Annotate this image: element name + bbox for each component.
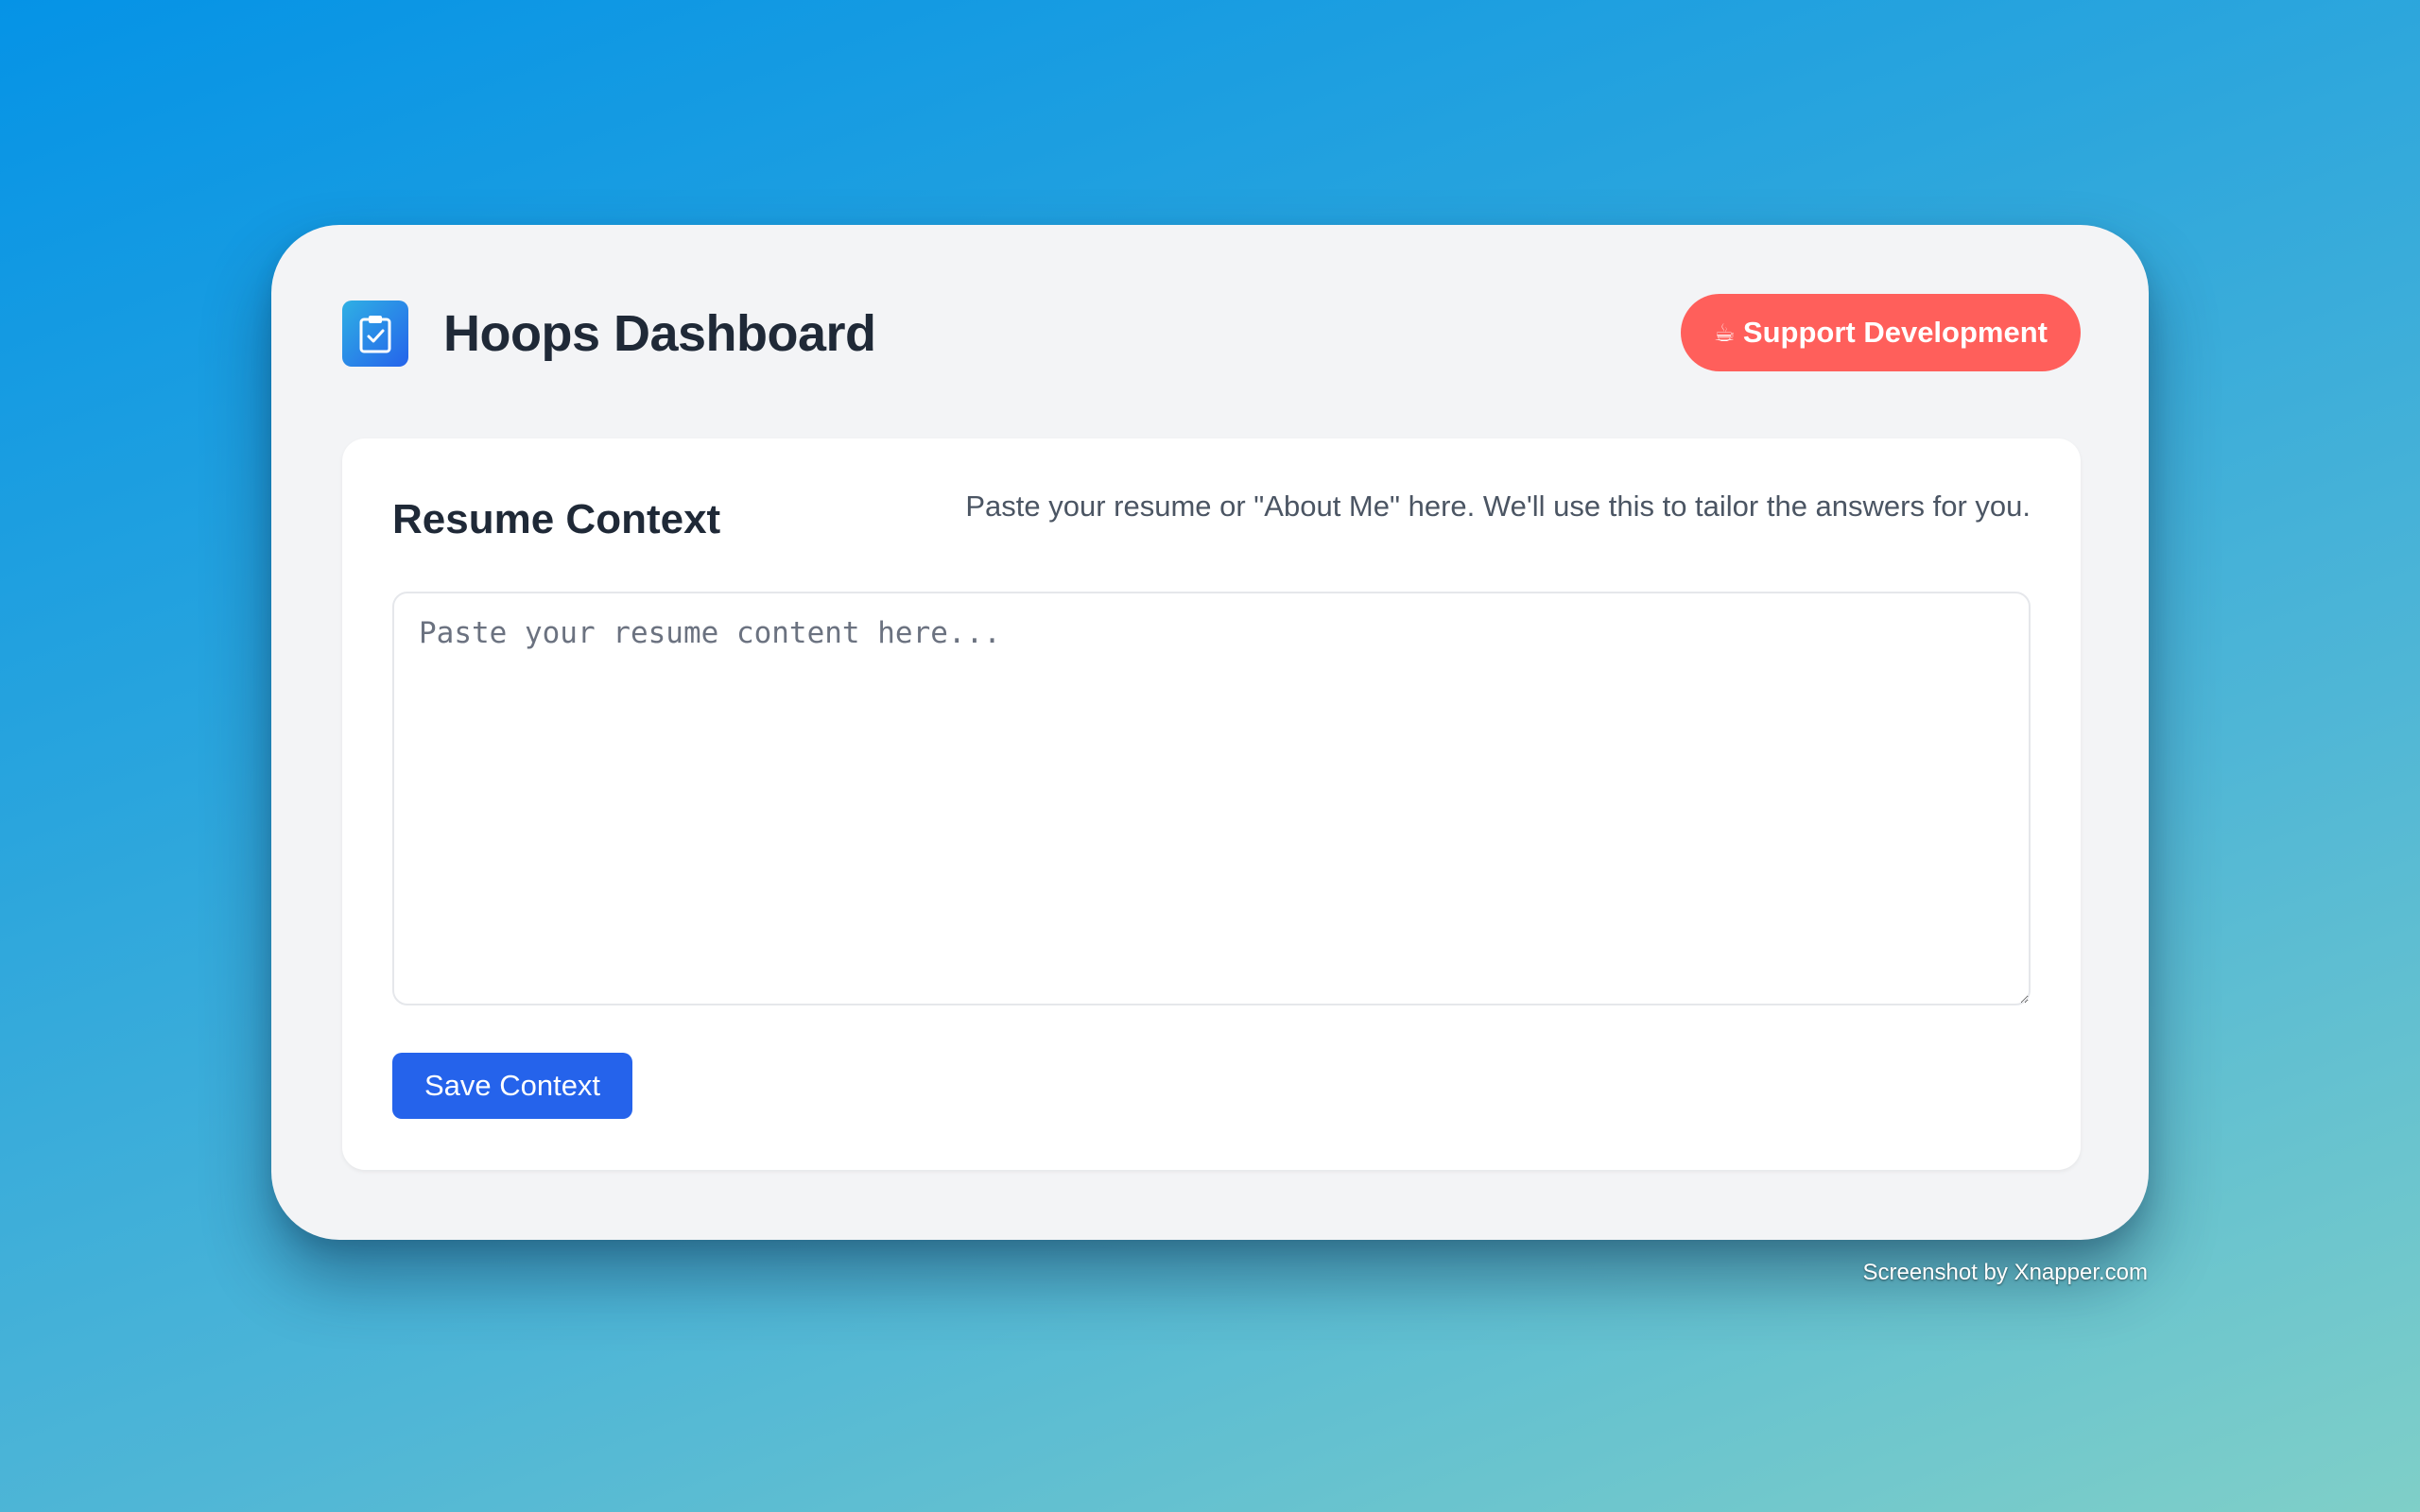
support-button-label: Support Development (1742, 316, 2048, 349)
coffee-icon: ☕ (1713, 318, 1736, 347)
save-context-button[interactable]: Save Context (392, 1053, 632, 1119)
page-title: Hoops Dashboard (443, 305, 876, 362)
support-development-button[interactable]: ☕ Support Development (1680, 294, 2081, 371)
app-header: Hoops Dashboard ☕ Support Development (342, 294, 2081, 378)
resume-textarea[interactable] (392, 592, 2031, 1005)
clipboard-check-icon (359, 316, 391, 353)
app-logo (342, 301, 408, 367)
resume-context-title: Resume Context (392, 496, 721, 542)
resume-context-description: Paste your resume or "About Me" here. We… (965, 490, 2031, 523)
resume-context-card: Resume Context Paste your resume or "Abo… (342, 438, 2081, 1170)
app-window: Hoops Dashboard ☕ Support Development Re… (271, 225, 2149, 1240)
watermark-text: Screenshot by Xnapper.com (1862, 1260, 2148, 1285)
